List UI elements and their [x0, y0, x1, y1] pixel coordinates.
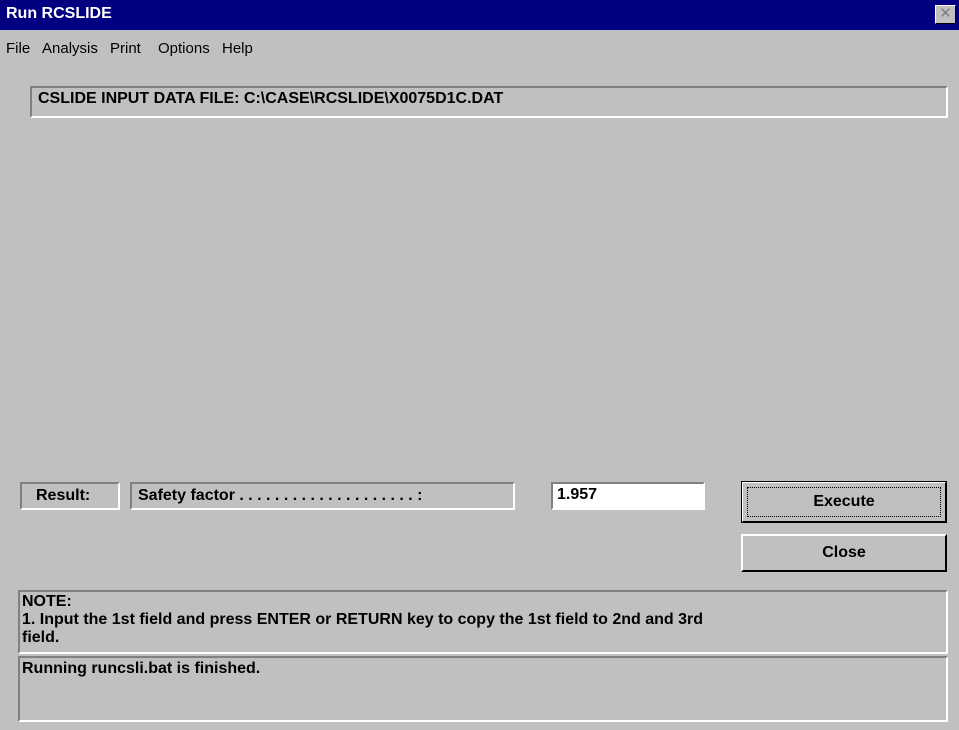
- safety-factor-label: Safety factor . . . . . . . . . . . . . …: [138, 487, 423, 504]
- execute-button-label: Execute: [813, 493, 875, 510]
- menu-help[interactable]: Help: [222, 40, 253, 57]
- menu-bar: File Analysis Print Options Help: [0, 30, 959, 66]
- execute-focus-rect: Execute: [747, 487, 941, 517]
- safety-factor-value-field[interactable]: 1.957: [551, 482, 705, 510]
- close-button[interactable]: Close: [741, 534, 947, 572]
- safety-factor-label-box: Safety factor . . . . . . . . . . . . . …: [130, 482, 515, 510]
- menu-file[interactable]: File: [6, 40, 30, 57]
- status-box: Running runcsli.bat is finished.: [18, 656, 948, 722]
- input-data-file-display: CSLIDE INPUT DATA FILE: C:\CASE\RCSLIDE\…: [30, 86, 948, 118]
- menu-options[interactable]: Options: [158, 40, 210, 57]
- execute-button[interactable]: Execute: [741, 481, 947, 523]
- menu-print[interactable]: Print: [110, 40, 141, 57]
- close-button-label: Close: [822, 544, 866, 561]
- title-bar: Run RCSLIDE ✕: [0, 0, 959, 30]
- note-line-2: field.: [22, 629, 60, 646]
- input-data-file-text: CSLIDE INPUT DATA FILE: C:\CASE\RCSLIDE\…: [38, 90, 504, 107]
- run-rcslide-window: Run RCSLIDE ✕ File Analysis Print Option…: [0, 0, 959, 730]
- result-label: Result:: [36, 487, 91, 504]
- status-text: Running runcsli.bat is finished.: [22, 660, 261, 677]
- close-icon[interactable]: ✕: [935, 5, 956, 24]
- result-label-box: Result:: [20, 482, 120, 510]
- window-title: Run RCSLIDE: [6, 5, 112, 22]
- note-heading: NOTE:: [22, 593, 72, 610]
- note-box: NOTE: 1. Input the 1st field and press E…: [18, 590, 948, 654]
- note-line-1: 1. Input the 1st field and press ENTER o…: [22, 611, 703, 628]
- menu-analysis[interactable]: Analysis: [42, 40, 98, 57]
- safety-factor-value: 1.957: [557, 486, 598, 503]
